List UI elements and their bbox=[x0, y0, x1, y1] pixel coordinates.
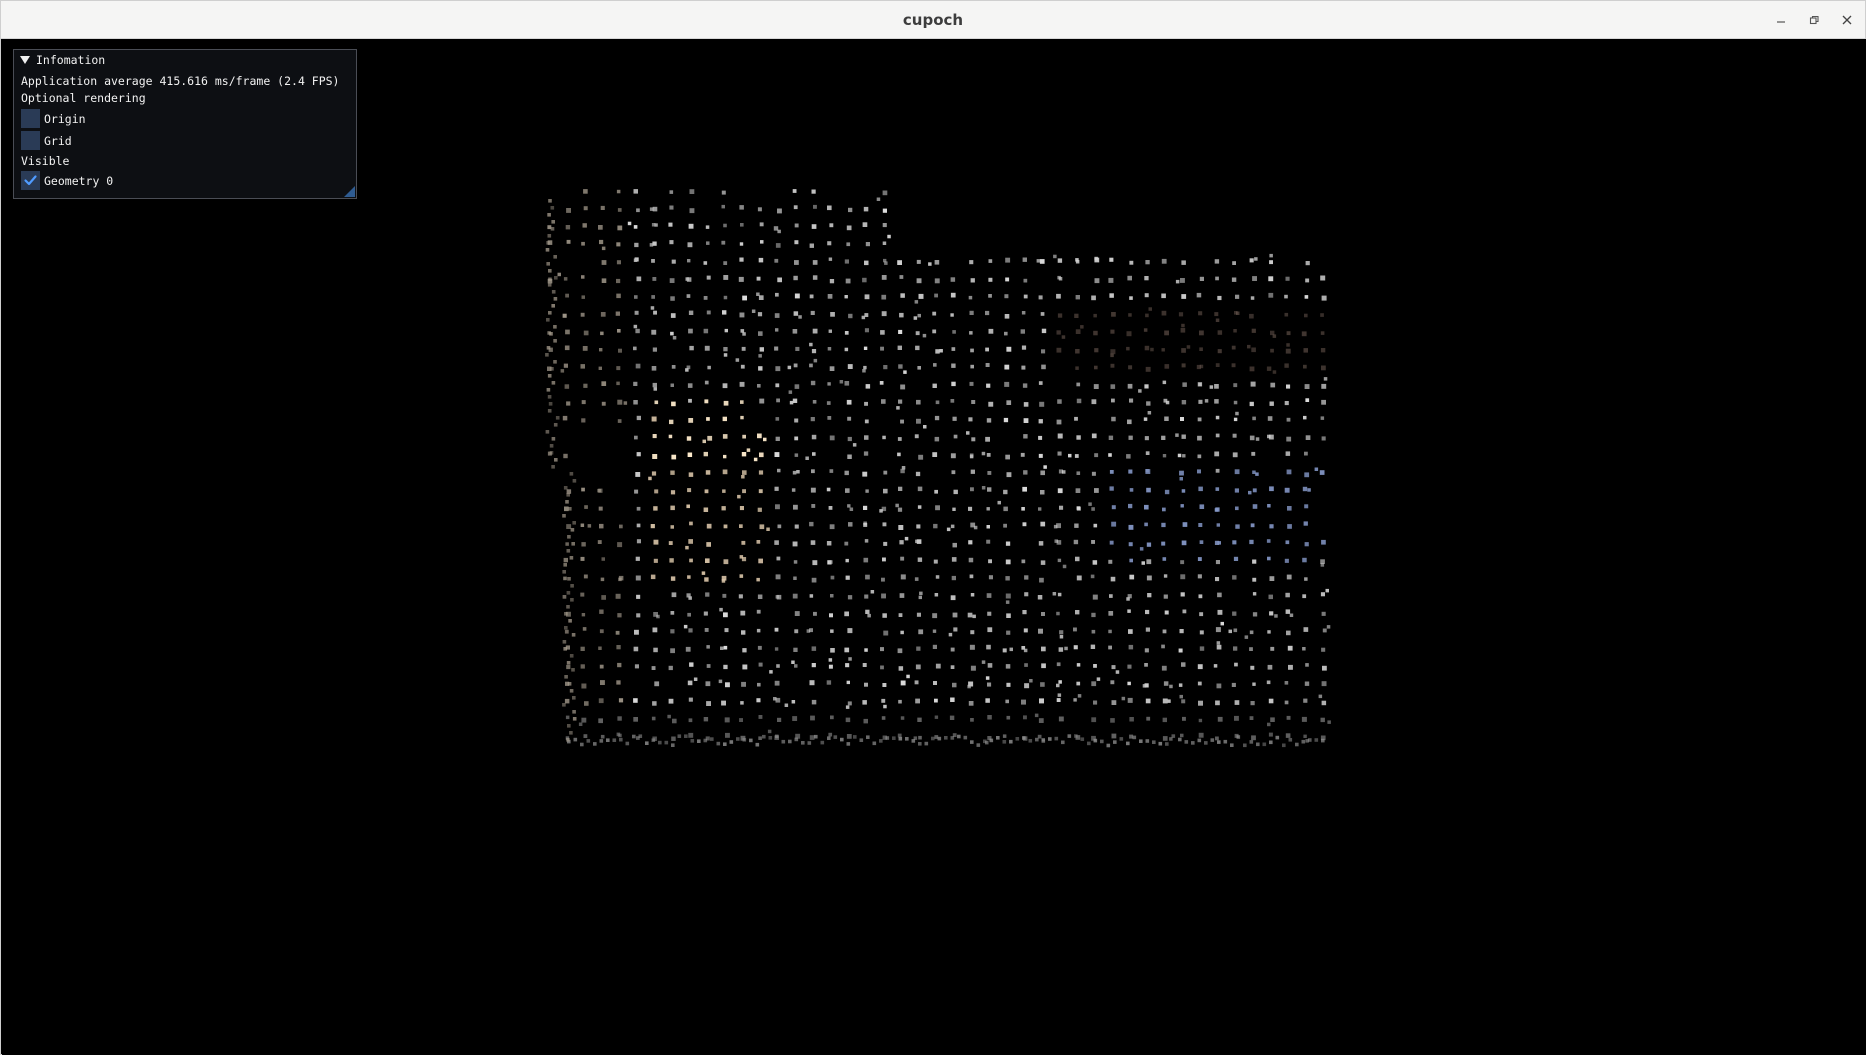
close-button[interactable] bbox=[1836, 9, 1858, 31]
origin-checkbox-row[interactable]: Origin bbox=[21, 109, 86, 128]
grid-checkbox[interactable] bbox=[21, 131, 40, 150]
fps-stats-text: Application average 415.616 ms/frame (2.… bbox=[21, 74, 340, 88]
geometry-0-checkbox-row[interactable]: Geometry 0 bbox=[21, 171, 113, 190]
panel-collapse-header[interactable]: Infomation bbox=[14, 50, 356, 69]
collapse-triangle-icon bbox=[20, 56, 30, 64]
title-bar[interactable]: cupoch bbox=[1, 1, 1865, 39]
origin-checkbox[interactable] bbox=[21, 109, 40, 128]
restore-icon bbox=[1809, 15, 1819, 25]
origin-label: Origin bbox=[44, 111, 86, 126]
minimize-button[interactable] bbox=[1770, 9, 1792, 31]
grid-label: Grid bbox=[44, 133, 72, 148]
panel-title: Infomation bbox=[36, 52, 106, 67]
render-viewport[interactable]: Infomation Application average 415.616 m… bbox=[2, 39, 1866, 1055]
geometry-0-checkbox[interactable] bbox=[21, 171, 40, 190]
app-window: cupoch Infomation Application average 41… bbox=[0, 0, 1866, 1055]
window-title: cupoch bbox=[902, 11, 964, 29]
checkmark-icon bbox=[24, 175, 37, 186]
close-icon bbox=[1842, 15, 1852, 25]
optional-rendering-label: Optional rendering bbox=[21, 91, 146, 105]
geometry-0-label: Geometry 0 bbox=[44, 173, 114, 188]
visible-label: Visible bbox=[21, 154, 70, 168]
minimize-icon bbox=[1777, 21, 1785, 23]
information-panel: Infomation Application average 415.616 m… bbox=[13, 49, 357, 199]
panel-resize-grip[interactable] bbox=[344, 186, 355, 197]
restore-button[interactable] bbox=[1803, 9, 1825, 31]
grid-checkbox-row[interactable]: Grid bbox=[21, 131, 72, 150]
